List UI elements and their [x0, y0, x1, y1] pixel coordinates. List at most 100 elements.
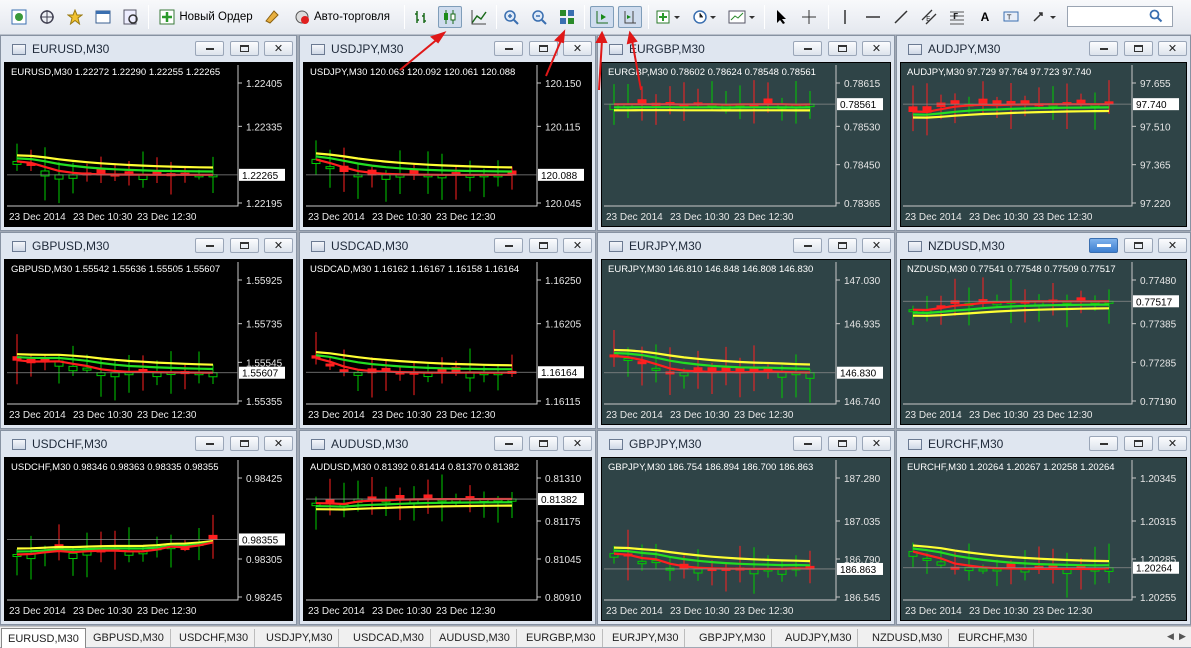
zoom-out-icon[interactable] [528, 6, 550, 28]
chart-tab[interactable]: EURJPY,M30 [606, 629, 685, 647]
terminal-icon[interactable] [92, 6, 114, 28]
line-chart-icon[interactable] [468, 6, 490, 28]
close-button[interactable]: ✕ [862, 238, 891, 253]
chart-canvas[interactable]: 1.224051.223351.221951.22265EURUSD,M30 1… [5, 63, 292, 226]
chart-window[interactable]: USDJPY,M30 ✕120.150120.115120.045120.088… [299, 35, 596, 231]
crosshair-icon[interactable] [798, 6, 820, 28]
close-button[interactable]: ✕ [264, 436, 293, 451]
minimize-button[interactable] [195, 238, 224, 253]
maximize-button[interactable] [230, 238, 259, 253]
minimize-button[interactable] [1089, 41, 1118, 56]
chart-tab[interactable]: EURUSD,M30 [1, 628, 86, 648]
chart-window[interactable]: AUDUSD,M30 ✕0.813100.811750.810450.80910… [299, 430, 596, 625]
chart-canvas[interactable]: 97.65597.51097.36597.22097.740AUDJPY,M30… [901, 63, 1186, 226]
price-chart[interactable]: 0.774800.773850.772850.771900.77517NZDUS… [900, 259, 1187, 425]
price-chart[interactable]: 0.786150.785300.784500.783650.78561EURGB… [601, 62, 891, 227]
chart-window[interactable]: EURGBP,M30 ✕0.786150.785300.784500.78365… [597, 35, 895, 231]
close-button[interactable]: ✕ [1158, 436, 1187, 451]
navigator-icon[interactable] [36, 6, 58, 28]
chart-window[interactable]: USDCHF,M30 ✕0.984250.983050.982450.98355… [0, 430, 297, 625]
price-chart[interactable]: 1.224051.223351.221951.22265EURUSD,M30 1… [4, 62, 293, 227]
search-icon[interactable] [1149, 8, 1163, 27]
price-chart[interactable]: 1.203451.203151.202851.202551.20264EURCH… [900, 457, 1187, 621]
maximize-button[interactable] [230, 436, 259, 451]
chart-canvas[interactable]: 120.150120.115120.045120.088USDJPY,M30 1… [304, 63, 591, 226]
indicators-dropdown-icon[interactable] [654, 6, 684, 28]
minimize-button[interactable] [494, 41, 523, 56]
price-chart[interactable]: 1.162501.162051.161151.16164USDCAD,M30 1… [303, 259, 592, 425]
chart-window[interactable]: AUDJPY,M30 ✕97.65597.51097.36597.22097.7… [896, 35, 1191, 231]
chart-window[interactable]: EURCHF,M30 ✕1.203451.203151.202851.20255… [896, 430, 1191, 625]
close-button[interactable]: ✕ [563, 238, 592, 253]
maximize-button[interactable] [529, 41, 558, 56]
chart-window[interactable]: GBPUSD,M30 ✕1.559251.557351.555451.55355… [0, 232, 297, 429]
close-button[interactable]: ✕ [862, 41, 891, 56]
tab-scroll-left-icon[interactable]: ◀ [1167, 632, 1174, 642]
minimize-button[interactable] [793, 41, 822, 56]
text-label-tool[interactable]: A [974, 6, 996, 28]
chart-canvas[interactable]: 0.984250.983050.982450.98355USDCHF,M30 0… [5, 458, 292, 620]
maximize-button[interactable] [1124, 41, 1153, 56]
trendline-icon[interactable] [890, 6, 912, 28]
maximize-button[interactable] [230, 41, 259, 56]
vertical-line-icon[interactable] [834, 6, 856, 28]
minimize-button[interactable] [793, 436, 822, 451]
maximize-button[interactable] [1124, 436, 1153, 451]
text-label-icon[interactable]: T [1000, 6, 1022, 28]
chart-tab[interactable]: EURGBP,M30 [520, 629, 603, 647]
tile-windows-icon[interactable] [556, 6, 578, 28]
favorites-star-icon[interactable] [64, 6, 86, 28]
auto-scroll-icon[interactable] [590, 6, 614, 28]
chart-tab[interactable]: AUDUSD,M30 [433, 629, 517, 647]
minimize-button[interactable] [1089, 436, 1118, 451]
chart-tab[interactable]: USDJPY,M30 [260, 629, 339, 647]
price-chart[interactable]: 0.813100.811750.810450.809100.81382AUDUS… [303, 457, 592, 621]
bar-chart-icon[interactable] [410, 6, 432, 28]
chart-canvas[interactable]: 1.203451.203151.202851.202551.20264EURCH… [901, 458, 1186, 620]
maximize-button[interactable] [529, 436, 558, 451]
horizontal-line-icon[interactable] [862, 6, 884, 28]
close-button[interactable]: ✕ [264, 238, 293, 253]
minimize-button[interactable] [1089, 238, 1118, 253]
chart-tab[interactable]: NZDUSD,M30 [866, 629, 949, 647]
maximize-button[interactable] [529, 238, 558, 253]
new-order-button[interactable]: Новый Ордер [154, 6, 258, 28]
chart-window[interactable]: NZDUSD,M30 ✕0.774800.773850.772850.77190… [896, 232, 1191, 429]
close-button[interactable]: ✕ [264, 41, 293, 56]
price-chart[interactable]: 0.984250.983050.982450.98355USDCHF,M30 0… [4, 457, 293, 621]
metaeditor-icon[interactable] [262, 6, 282, 28]
periods-clock-icon[interactable] [690, 6, 720, 28]
cursor-arrow-icon[interactable] [770, 6, 792, 28]
chart-canvas[interactable]: 0.774800.773850.772850.771900.77517NZDUS… [901, 260, 1186, 424]
close-button[interactable]: ✕ [563, 436, 592, 451]
maximize-button[interactable] [1124, 238, 1153, 253]
chart-canvas[interactable]: 187.280187.035186.790186.545186.863GBPJP… [602, 458, 890, 620]
price-chart[interactable]: 147.030146.935146.740146.830EURJPY,M30 1… [601, 259, 891, 425]
chart-canvas[interactable]: 1.559251.557351.555451.553551.55607GBPUS… [5, 260, 292, 424]
candlestick-chart-icon[interactable] [438, 6, 462, 28]
chart-window[interactable]: GBPJPY,M30 ✕187.280187.035186.790186.545… [597, 430, 895, 625]
price-chart[interactable]: 187.280187.035186.790186.545186.863GBPJP… [601, 457, 891, 621]
maximize-button[interactable] [828, 238, 857, 253]
chart-tab[interactable]: AUDJPY,M30 [779, 629, 858, 647]
close-button[interactable]: ✕ [862, 436, 891, 451]
close-button[interactable]: ✕ [563, 41, 592, 56]
zoom-in-icon[interactable] [500, 6, 522, 28]
chart-tab[interactable]: GBPUSD,M30 [87, 629, 171, 647]
strategy-tester-icon[interactable] [120, 6, 142, 28]
chart-shift-icon[interactable] [618, 6, 642, 28]
maximize-button[interactable] [828, 41, 857, 56]
price-chart[interactable]: 120.150120.115120.045120.088USDJPY,M30 1… [303, 62, 592, 227]
chart-canvas[interactable]: 1.162501.162051.161151.16164USDCAD,M30 1… [304, 260, 591, 424]
minimize-button[interactable] [195, 436, 224, 451]
chart-tab[interactable]: USDCAD,M30 [347, 629, 431, 647]
market-watch-icon[interactable] [8, 6, 30, 28]
minimize-button[interactable] [793, 238, 822, 253]
maximize-button[interactable] [828, 436, 857, 451]
close-button[interactable]: ✕ [1158, 238, 1187, 253]
close-button[interactable]: ✕ [1158, 41, 1187, 56]
minimize-button[interactable] [494, 436, 523, 451]
chart-tab[interactable]: USDCHF,M30 [173, 629, 255, 647]
chart-window[interactable]: USDCAD,M30 ✕1.162501.162051.161151.16164… [299, 232, 596, 429]
fibonacci-icon[interactable]: F [946, 6, 968, 28]
